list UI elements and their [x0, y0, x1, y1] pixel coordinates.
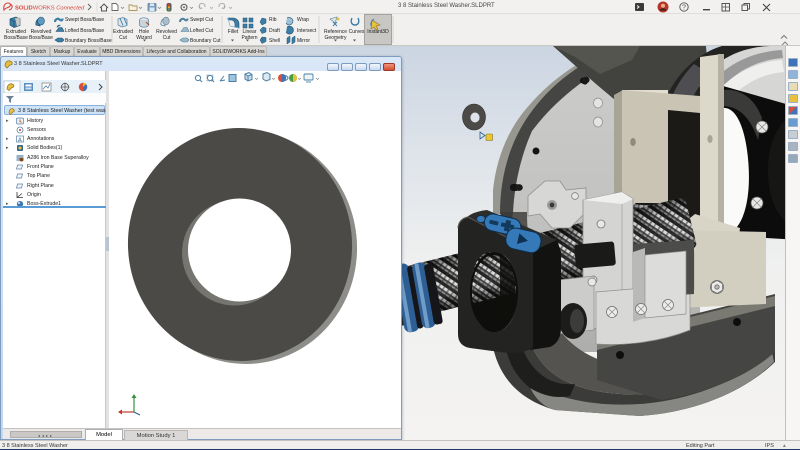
svg-text:A: A	[18, 137, 22, 143]
svg-text:?: ?	[682, 5, 686, 12]
svg-text:SOLIDWORKS Connected: SOLIDWORKS Connected	[15, 5, 85, 11]
